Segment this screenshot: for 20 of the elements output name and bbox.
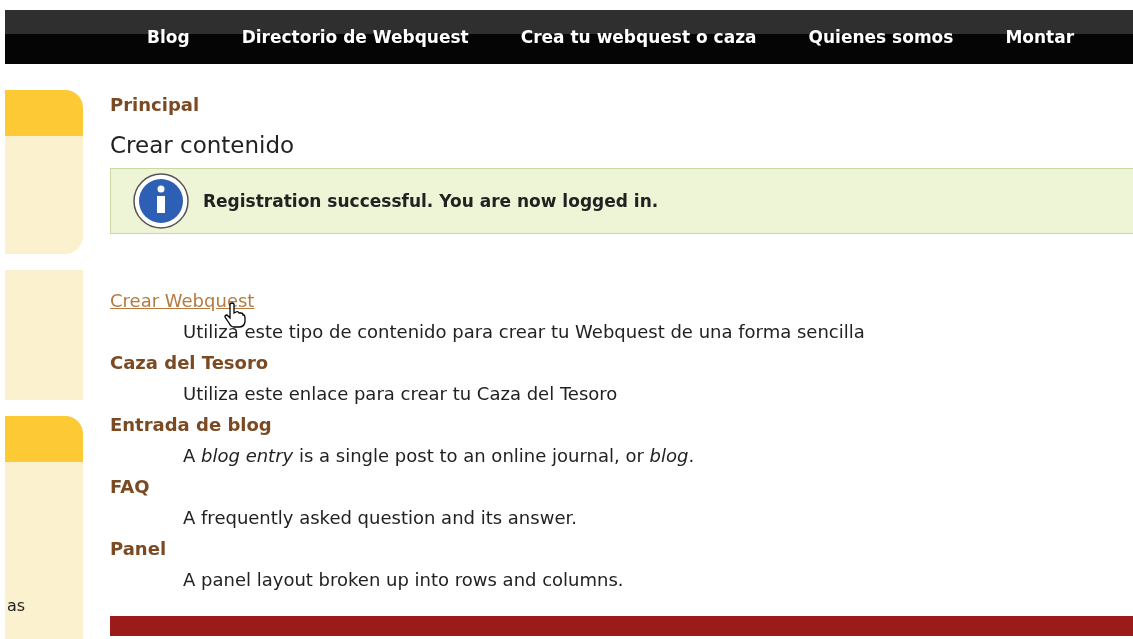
nav-link[interactable]: Directorio de Webquest — [241, 27, 469, 47]
content-type-link[interactable]: Panel — [110, 538, 167, 559]
nav-link[interactable]: Montar — [1005, 27, 1075, 47]
nav-link[interactable]: Crea tu webquest o caza — [520, 27, 757, 47]
content-type-description: Utiliza este enlace para crear tu Caza del Tesoro — [182, 382, 619, 406]
content-type-link[interactable]: Crear Webquest — [110, 290, 255, 311]
page-title: Crear contenido — [110, 132, 296, 158]
content-type-description: A blog entry is a single post to an online journal, or blog. — [182, 444, 696, 468]
content-type-description: Utiliza este tipo de contenido para crear tu Webquest de una forma sencilla — [182, 320, 866, 344]
message-text: Registration successful. You are now logged in. — [203, 191, 659, 211]
content-type-description: A panel layout broken up into rows and columns. — [182, 568, 625, 592]
info-icon — [133, 173, 189, 229]
content-type-link[interactable]: Caza del Tesoro — [110, 352, 269, 373]
content-type-description: A frequently asked question and its answer. — [182, 506, 578, 530]
content-type-link[interactable]: FAQ — [110, 476, 150, 497]
sidebar-text: as — [7, 596, 26, 615]
breadcrumb-link[interactable]: Principal — [110, 94, 1133, 115]
nav-link[interactable]: Quienes somos — [808, 27, 954, 47]
nav-link[interactable]: Blog — [147, 27, 190, 47]
content-type-link[interactable]: Entrada de blog — [110, 414, 272, 435]
